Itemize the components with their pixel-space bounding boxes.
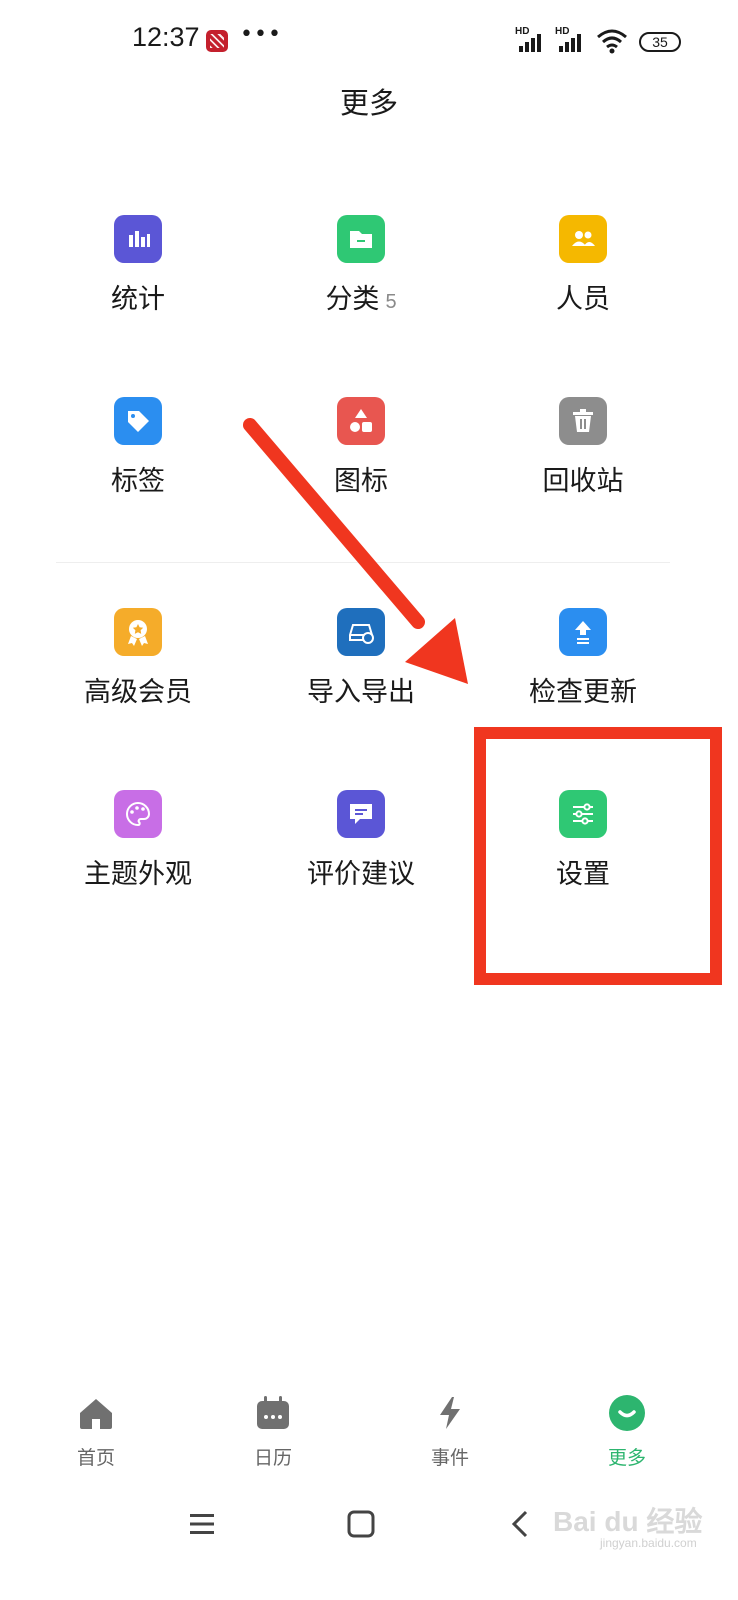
battery-icon: 35 bbox=[639, 32, 681, 52]
status-bar: 12:37 ••• HD HD 35 bbox=[0, 0, 738, 80]
page-title: 更多 bbox=[339, 86, 398, 120]
watermark-url: jingyan.baidu.com bbox=[600, 1536, 697, 1550]
section-divider bbox=[56, 562, 670, 563]
grid-item-label: 检查更新 bbox=[529, 677, 637, 708]
nav-label: 事件 bbox=[430, 1447, 469, 1469]
folder-icon bbox=[337, 215, 385, 263]
grid-item-icons[interactable]: 图标 bbox=[238, 397, 484, 517]
grid-item-label: 图标 bbox=[334, 466, 388, 497]
import-export-icon bbox=[337, 608, 385, 656]
grid-item-label: 回收站 bbox=[542, 466, 624, 497]
grid-item-feedback[interactable]: 评价建议 bbox=[238, 790, 484, 910]
nav-item-more[interactable]: 更多 bbox=[567, 1385, 687, 1475]
calendar-icon bbox=[257, 1396, 289, 1429]
nav-item-events[interactable]: 事件 bbox=[390, 1385, 510, 1475]
grid-item-recycle-bin[interactable]: 回收站 bbox=[460, 397, 706, 517]
grid-item-statistics[interactable]: 统计 bbox=[15, 215, 261, 335]
signal-icon: HD bbox=[515, 26, 551, 52]
lightning-icon bbox=[440, 1397, 460, 1429]
trash-icon bbox=[559, 397, 607, 445]
more-icon bbox=[609, 1395, 645, 1431]
nav-label: 更多 bbox=[607, 1447, 646, 1469]
app-notification-icon bbox=[206, 30, 228, 52]
grid-item-premium[interactable]: 高级会员 bbox=[15, 608, 261, 728]
palette-icon bbox=[114, 790, 162, 838]
nav-label: 首页 bbox=[76, 1447, 115, 1469]
more-notifications-icon: ••• bbox=[240, 22, 282, 47]
home-square-icon[interactable] bbox=[341, 1504, 381, 1544]
upload-icon bbox=[559, 608, 607, 656]
nav-item-home[interactable]: 首页 bbox=[36, 1385, 156, 1475]
grid-item-category[interactable]: 分类 5 bbox=[238, 215, 484, 335]
bottom-nav: 首页 日历 事件 更多 bbox=[0, 1385, 738, 1475]
back-icon[interactable] bbox=[500, 1504, 540, 1544]
status-time: 12:37 bbox=[132, 22, 200, 52]
bar-chart-icon bbox=[114, 215, 162, 263]
grid-item-label: 人员 bbox=[556, 284, 610, 315]
grid-item-label: 高级会员 bbox=[84, 677, 192, 708]
grid-item-label: 标签 bbox=[111, 466, 165, 497]
annotation-highlight-box bbox=[474, 727, 722, 985]
award-icon bbox=[114, 608, 162, 656]
category-count: 5 bbox=[385, 291, 397, 313]
shapes-icon bbox=[337, 397, 385, 445]
nav-item-calendar[interactable]: 日历 bbox=[213, 1385, 333, 1475]
grid-item-check-update[interactable]: 检查更新 bbox=[460, 608, 706, 728]
wifi-icon bbox=[597, 29, 627, 54]
grid-item-label: 评价建议 bbox=[307, 859, 415, 890]
grid-item-tags[interactable]: 标签 bbox=[15, 397, 261, 517]
home-icon bbox=[80, 1399, 112, 1429]
grid-item-people[interactable]: 人员 bbox=[460, 215, 706, 335]
tag-icon bbox=[114, 397, 162, 445]
grid-item-label: 分类 5 bbox=[325, 284, 397, 315]
signal-icon: HD bbox=[555, 26, 591, 52]
watermark: Bai du 经验 bbox=[553, 1506, 703, 1537]
feedback-icon bbox=[337, 790, 385, 838]
people-icon bbox=[559, 215, 607, 263]
menu-icon[interactable] bbox=[182, 1504, 222, 1544]
nav-label: 日历 bbox=[253, 1447, 292, 1469]
grid-item-label: 主题外观 bbox=[84, 859, 192, 890]
grid-item-label: 导入导出 bbox=[307, 677, 415, 708]
grid-item-theme[interactable]: 主题外观 bbox=[15, 790, 261, 910]
grid-item-import-export[interactable]: 导入导出 bbox=[238, 608, 484, 728]
grid-item-label: 统计 bbox=[111, 284, 165, 315]
